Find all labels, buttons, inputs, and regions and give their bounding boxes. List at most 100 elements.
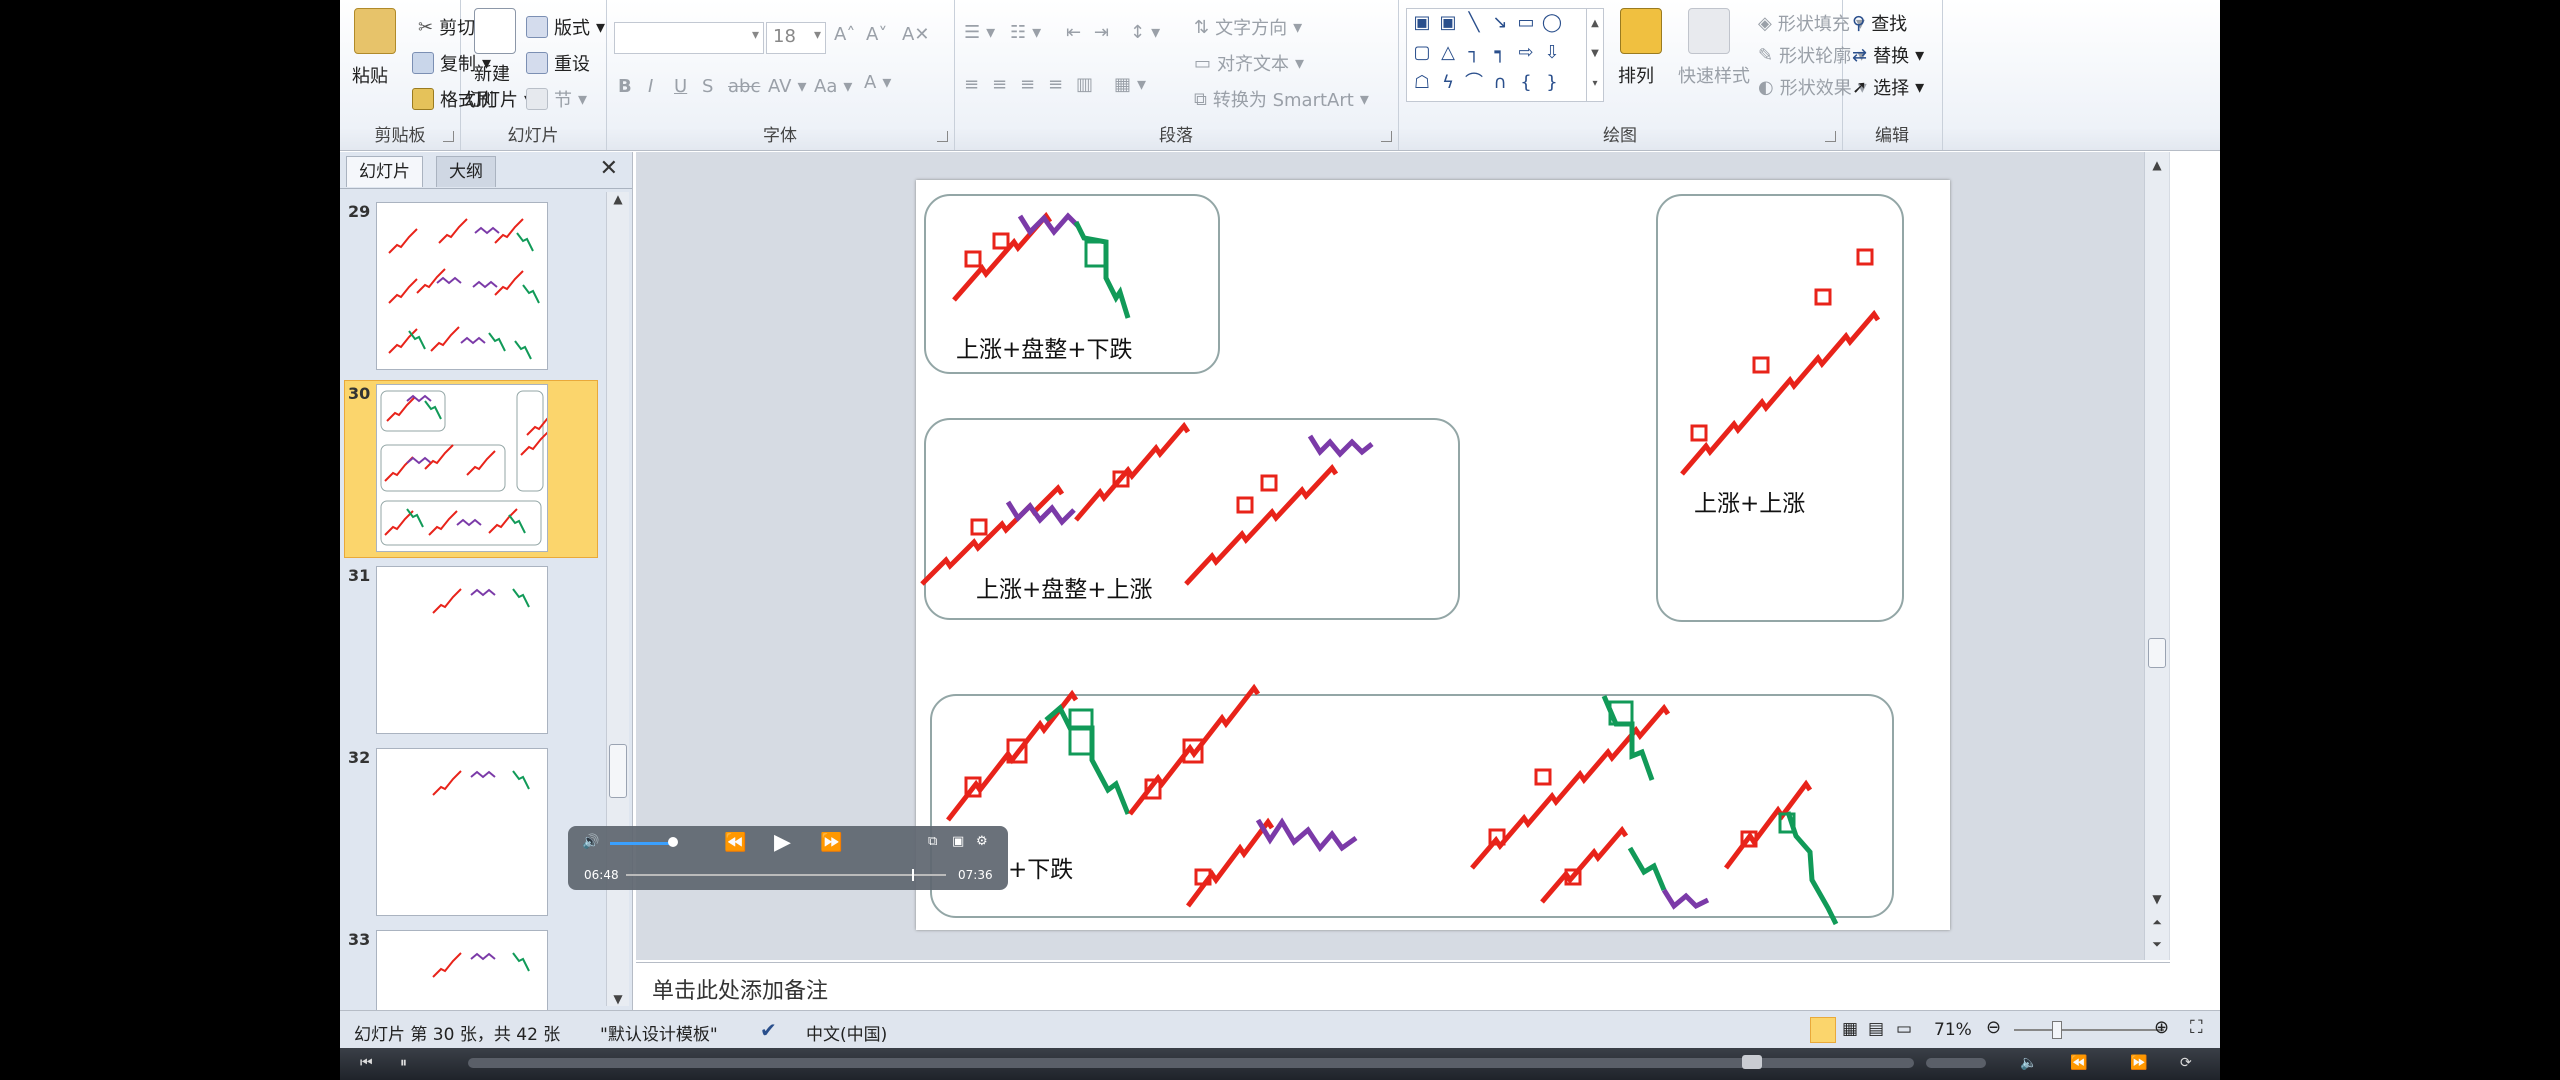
zoom-slider[interactable] [2014, 1029, 2164, 1031]
volume-track[interactable] [1926, 1058, 1986, 1068]
rounded-rect-shape-icon[interactable]: ▢ [1409, 41, 1435, 65]
replace-button[interactable]: ⇄ 替换 ▾ [1852, 42, 1924, 68]
normal-view-icon[interactable] [1810, 1017, 1836, 1043]
vtextbox-shape-icon[interactable]: ▣ [1435, 11, 1461, 35]
slide-scrollbar[interactable]: ▲ ▼ ⏶ ⏷ [2144, 152, 2169, 960]
pause-icon[interactable]: ⏸ [400, 1055, 407, 1071]
strikethrough-button[interactable]: abc [728, 76, 760, 97]
slideshow-view-icon[interactable]: ▭ [1896, 1019, 1912, 1039]
sorter-view-icon[interactable]: ▦ [1842, 1019, 1858, 1039]
quick-styles-button[interactable]: 快速样式 [1678, 62, 1750, 88]
arrange-button[interactable]: 排列 [1618, 62, 1654, 88]
elbow-shape-icon[interactable]: ┐ [1461, 41, 1487, 65]
clipboard-launcher[interactable] [443, 131, 454, 142]
italic-button[interactable]: I [648, 76, 653, 97]
theme-name[interactable]: "默认设计模板" [600, 1020, 718, 1045]
seek-handle[interactable] [1742, 1055, 1762, 1069]
main-scroll-up-icon[interactable]: ▲ [2145, 158, 2169, 172]
find-button[interactable]: ⚲ 查找 [1852, 10, 1907, 36]
rectangle-shape-icon[interactable]: ▭ [1513, 11, 1539, 35]
seek-track[interactable] [468, 1058, 1914, 1068]
slide-thumbnail[interactable] [376, 384, 548, 552]
line-shape-icon[interactable]: ╲ [1461, 11, 1487, 35]
textbox-shape-icon[interactable]: ▣ [1409, 11, 1435, 35]
fit-slide-icon[interactable]: ⛶ [2190, 1017, 2203, 1038]
font-launcher[interactable] [937, 131, 948, 142]
arc-shape-icon[interactable]: ⌒ [1461, 71, 1487, 95]
popup-seek-marker[interactable] [912, 869, 914, 881]
speaker-icon[interactable]: 🔊 [582, 834, 599, 850]
volume-icon[interactable]: 🔈 [2020, 1055, 2037, 1071]
scroll-up-icon[interactable]: ▲ [607, 192, 629, 206]
main-scroll-thumb[interactable] [2148, 638, 2166, 668]
font-size-field[interactable]: 18 ▾ [766, 22, 826, 54]
zoom-level[interactable]: 71% [1934, 1020, 1972, 1040]
slide-thumbnail[interactable] [376, 202, 548, 370]
loop-icon[interactable]: ⟳ [2180, 1055, 2192, 1071]
zoom-out-icon[interactable]: ⊖ [1986, 1017, 2001, 1038]
layout-button[interactable]: 版式 ▾ [526, 14, 605, 40]
tab-slides[interactable]: 幻灯片 [346, 156, 423, 187]
text-direction-button[interactable]: ⇅ 文字方向 ▾ [1194, 14, 1302, 40]
right-brace-shape-icon[interactable]: } [1539, 71, 1565, 95]
section-button[interactable]: 节 ▾ [526, 86, 587, 112]
skip-start-icon[interactable]: ⏮ [360, 1055, 373, 1071]
arrow-line-shape-icon[interactable]: ↘ [1487, 11, 1513, 35]
paragraph-launcher[interactable] [1381, 131, 1392, 142]
select-button[interactable]: ➚ 选择 ▾ [1852, 74, 1924, 100]
triangle-shape-icon[interactable]: △ [1435, 41, 1461, 65]
language-indicator[interactable]: 中文(中国) [806, 1020, 887, 1045]
zoom-thumb[interactable] [2052, 1021, 2062, 1039]
down-arrow-shape-icon[interactable]: ⇩ [1539, 41, 1565, 65]
main-scroll-down-icon[interactable]: ▼ [2145, 892, 2169, 906]
close-pane-icon[interactable]: ✕ [600, 156, 618, 181]
change-case-button[interactable]: Aa ▾ [814, 76, 852, 97]
oval-shape-icon[interactable]: ◯ [1539, 11, 1565, 35]
popup-seek-track[interactable] [626, 874, 946, 876]
lightning-shape-icon[interactable]: ϟ [1435, 71, 1461, 95]
scroll-down-icon[interactable]: ▼ [607, 992, 629, 1006]
decrease-indent-button[interactable]: ⇤ [1066, 22, 1081, 43]
shapes-gallery[interactable]: ▣ ▣ ╲ ↘ ▭ ◯ ▢ △ ┐ ┑ ⇨ ⇩ ☖ ϟ ⌒ ∩ { } ▲ ▼ ▾ [1406, 8, 1604, 102]
reading-view-icon[interactable]: ▤ [1868, 1019, 1884, 1039]
grow-font-button[interactable]: A˄ [834, 24, 855, 45]
reset-button[interactable]: 重设 [526, 50, 590, 76]
justify-button[interactable]: ≡ [1048, 74, 1063, 95]
align-center-button[interactable]: ≡ [992, 74, 1007, 95]
shrink-font-button[interactable]: A˅ [866, 24, 887, 45]
popup-pip-icon[interactable]: ⧉ [928, 834, 937, 849]
underline-button[interactable]: U [674, 76, 687, 97]
align-right-button[interactable]: ≡ [1020, 74, 1035, 95]
notes-pane[interactable]: 单击此处添加备注 [636, 962, 2170, 1011]
drawing-launcher[interactable] [1825, 131, 1836, 142]
slide-canvas[interactable]: 上涨+盘整+下跌 上涨+盘整+上涨 上涨+上涨 +下跌 [916, 180, 1950, 930]
shadow-button[interactable]: S [702, 76, 713, 97]
popup-volume-track[interactable] [610, 842, 670, 845]
prev-slide-icon[interactable]: ⏶ [2145, 915, 2169, 930]
popup-settings-icon[interactable]: ⚙ [976, 834, 988, 849]
align-text-button[interactable]: ▭ 对齐文本 ▾ [1194, 50, 1304, 76]
popup-play-icon[interactable]: ▶ [774, 830, 791, 855]
freeform-shape-icon[interactable]: ☖ [1409, 71, 1435, 95]
distribute-button[interactable]: ▥ [1076, 74, 1093, 95]
line-spacing-button[interactable]: ↕ ▾ [1130, 22, 1160, 43]
font-color-button[interactable]: A ▾ [864, 72, 891, 93]
shapes-gallery-scroll[interactable]: ▲ ▼ ▾ [1586, 9, 1603, 101]
clear-format-button[interactable]: A✕ [902, 24, 929, 45]
align-left-button[interactable]: ≡ [964, 74, 979, 95]
bullets-button[interactable]: ☰ ▾ [964, 22, 995, 43]
convert-smartart-button[interactable]: ⧉ 转换为 SmartArt ▾ [1194, 86, 1369, 112]
next-slide-icon[interactable]: ⏷ [2145, 937, 2169, 952]
spellcheck-icon[interactable]: ✔ [760, 1018, 777, 1042]
new-slide-button[interactable]: 新建 [474, 60, 510, 86]
elbow-arrow-shape-icon[interactable]: ┑ [1487, 41, 1513, 65]
increase-indent-button[interactable]: ⇥ [1094, 22, 1109, 43]
slide-thumbnail[interactable] [376, 566, 548, 734]
bold-button[interactable]: B [618, 76, 632, 97]
rewind-icon[interactable]: ⏪ [2070, 1055, 2087, 1071]
font-name-field[interactable]: ▾ [614, 22, 764, 54]
popup-volume-knob[interactable] [668, 837, 678, 847]
curve-shape-icon[interactable]: ∩ [1487, 71, 1513, 95]
slide-thumbnail[interactable] [376, 748, 548, 916]
popup-rewind-icon[interactable]: ⏪ [724, 832, 746, 853]
